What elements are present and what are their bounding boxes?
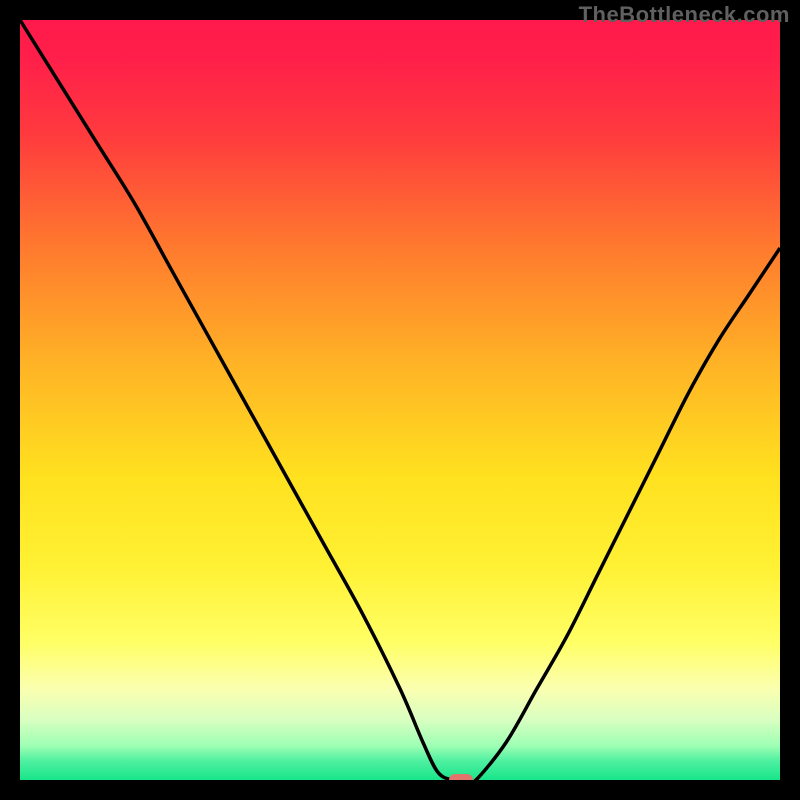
- optimal-point-marker: [449, 774, 473, 780]
- chart-frame: TheBottleneck.com: [0, 0, 800, 800]
- bottleneck-curve: [20, 20, 780, 780]
- watermark-text: TheBottleneck.com: [579, 2, 790, 28]
- plot-area: [20, 20, 780, 780]
